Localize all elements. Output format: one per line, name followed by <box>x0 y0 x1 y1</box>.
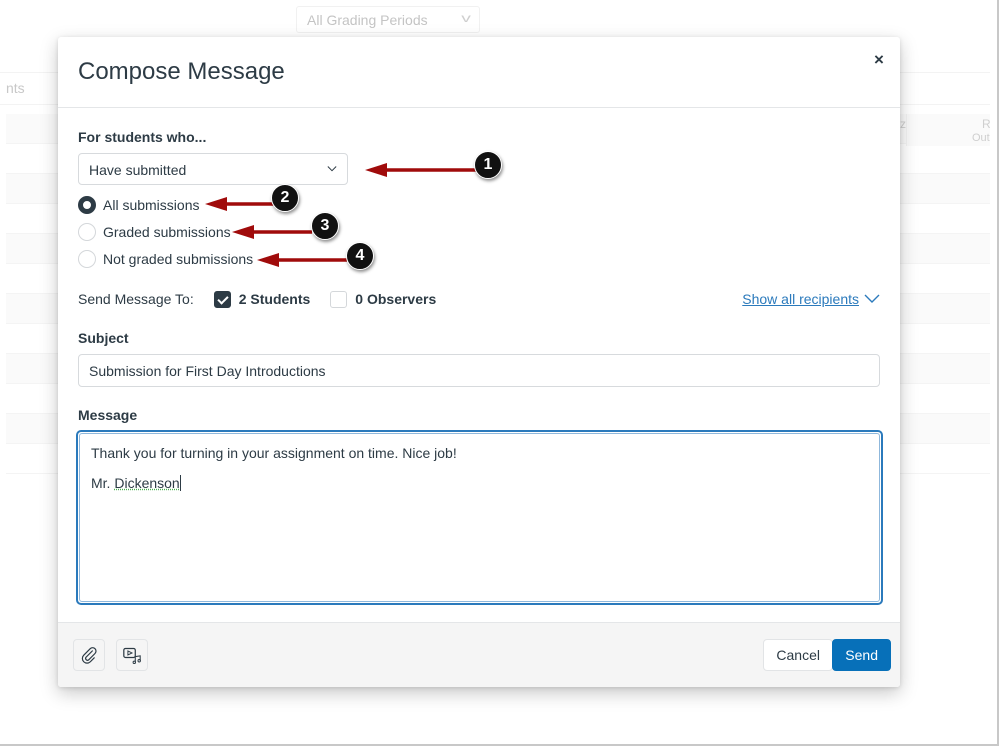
radio-label: Not graded submissions <box>103 251 254 267</box>
message-text: Mr. <box>91 475 115 491</box>
cancel-button[interactable]: Cancel <box>763 639 833 671</box>
message-line: Mr. Dickenson <box>91 475 868 491</box>
chevron-down-icon <box>864 294 880 303</box>
text-caret <box>179 475 181 491</box>
message-label: Message <box>78 407 138 423</box>
observers-checkbox-label: 0 Observers <box>355 291 437 307</box>
attach-file-button[interactable] <box>73 639 105 671</box>
close-icon: × <box>874 50 884 69</box>
radio-all-submissions[interactable]: All submissions <box>78 195 199 215</box>
callout-number-3: 3 <box>311 212 339 240</box>
modal-footer: Cancel Send <box>58 622 900 687</box>
chevron-down-icon: v <box>461 11 471 25</box>
observers-checkbox[interactable] <box>330 290 348 308</box>
radio-label: All submissions <box>103 197 200 213</box>
modal-header: Compose Message × <box>58 37 900 108</box>
send-to-label: Send Message To: <box>78 291 194 307</box>
background-tab-label: nts <box>6 80 25 96</box>
criteria-select[interactable]: Have submitted <box>78 153 348 185</box>
grading-period-select: All Grading Periods v <box>296 6 480 33</box>
callout-arrow-1 <box>365 163 480 177</box>
background-column-text: R <box>982 117 991 131</box>
radio-button-checked[interactable] <box>78 196 96 214</box>
students-checkbox-label: 2 Students <box>238 291 311 307</box>
background-column-text: z <box>900 117 906 131</box>
callout-number-4: 4 <box>346 242 374 270</box>
close-button[interactable]: × <box>870 51 888 69</box>
callout-arrow-4 <box>257 253 347 267</box>
radio-label: Graded submissions <box>103 224 231 240</box>
send-button[interactable]: Send <box>832 639 891 671</box>
criteria-select-value: Have submitted <box>89 162 187 178</box>
message-textarea[interactable]: Thank you for turning in your assignment… <box>76 430 883 605</box>
criteria-label: For students who... <box>78 129 207 145</box>
radio-button[interactable] <box>78 250 96 268</box>
callout-arrow-2 <box>205 197 275 211</box>
chevron-down-icon <box>327 166 337 172</box>
callout-number-1: 1 <box>474 151 502 179</box>
subject-input[interactable]: Submission for First Day Introductions <box>78 354 880 387</box>
subject-value: Submission for First Day Introductions <box>89 363 326 379</box>
record-media-button[interactable] <box>116 639 148 671</box>
message-body[interactable]: Thank you for turning in your assignment… <box>79 433 880 602</box>
callout-arrow-3 <box>232 225 312 239</box>
background-column-text: Out <box>972 132 990 144</box>
send-message-to: Send Message To: 2 Students 0 Observers <box>78 289 456 309</box>
grading-period-value: All Grading Periods <box>307 12 428 28</box>
radio-graded-submissions[interactable]: Graded submissions <box>78 222 231 242</box>
radio-button[interactable] <box>78 223 96 241</box>
callout-number-2: 2 <box>271 184 299 212</box>
show-all-recipients-link[interactable]: Show all recipients <box>742 291 880 307</box>
spellcheck-word: Dickenson <box>114 475 180 491</box>
compose-message-modal: Compose Message × For students who... Ha… <box>58 37 900 687</box>
paperclip-icon <box>81 647 97 664</box>
show-all-recipients-text: Show all recipients <box>742 291 859 307</box>
radio-not-graded-submissions[interactable]: Not graded submissions <box>78 249 253 269</box>
media-icon <box>123 647 141 664</box>
message-line: Thank you for turning in your assignment… <box>91 445 457 461</box>
screen: All Grading Periods v nts z R Out Compos… <box>0 0 999 746</box>
subject-label: Subject <box>78 330 129 346</box>
students-checkbox[interactable] <box>213 290 231 308</box>
modal-title: Compose Message <box>78 58 285 85</box>
